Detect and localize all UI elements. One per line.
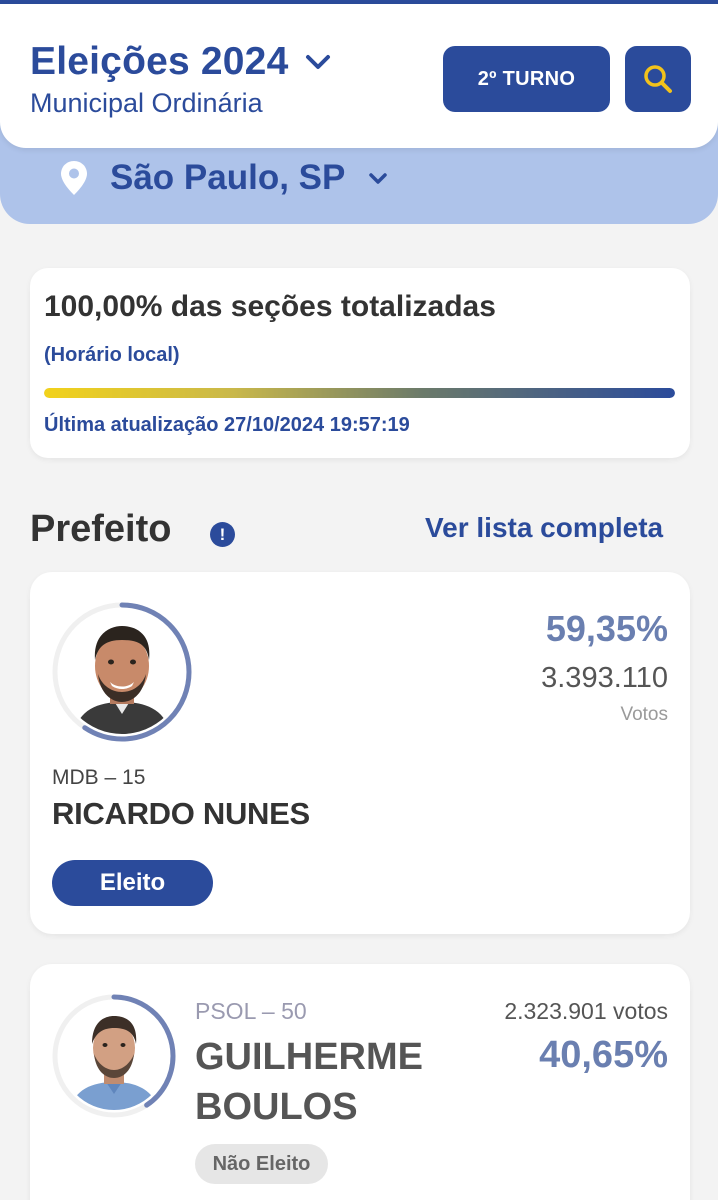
section-title: Prefeito [30,508,172,550]
totalization-status-card: 100,00% das seções totalizadas (Horário … [30,268,690,458]
candidate-card[interactable]: PSOL – 50 GUILHERME BOULOS 2.323.901 vot… [30,964,690,1200]
person-icon [60,1002,168,1110]
elected-badge: Eleito [52,860,213,906]
chevron-down-icon[interactable] [365,165,391,191]
votes-label: Votos [620,704,668,725]
election-selector[interactable]: Eleições 2024 [30,40,334,84]
last-update: Última atualização 27/10/2024 19:57:19 [44,414,410,436]
search-icon[interactable] [641,62,675,96]
candidate-card[interactable]: 59,35% 3.393.110 Votos MDB – 15 RICARDO … [30,572,690,934]
timezone-note: (Horário local) [44,344,180,366]
not-elected-badge: Não Eleito [195,1144,328,1184]
person-icon [60,610,184,734]
totalization-title: 100,00% das seções totalizadas [44,290,496,323]
full-list-link[interactable]: Ver lista completa [425,512,663,544]
vote-count: 2.323.901 votos [504,998,668,1024]
search-button[interactable] [625,46,691,112]
chevron-down-icon[interactable] [302,46,334,78]
round-button[interactable]: 2º TURNO [443,46,610,112]
candidate-name: RICARDO NUNES [52,796,310,831]
candidate-party: PSOL – 50 [195,998,307,1024]
location-name[interactable]: São Paulo, SP [110,158,345,198]
election-subtitle: Municipal Ordinária [30,88,263,118]
location-selector[interactable]: São Paulo, SP [60,158,391,198]
vote-percentage: 59,35% [545,608,668,649]
vote-count: 3.393.110 [541,662,668,694]
vote-percentage: 40,65% [539,1034,668,1076]
app-title[interactable]: Eleições 2024 [30,40,288,84]
candidate-photo [60,610,184,734]
progress-fill [44,388,675,398]
candidate-photo [60,1002,168,1110]
totalization-progress-bar [44,388,675,398]
candidate-party: MDB – 15 [52,766,146,789]
info-icon[interactable]: ! [210,522,235,547]
candidate-name: GUILHERME BOULOS [195,1036,423,1128]
candidate-avatar [50,992,178,1120]
candidate-avatar [50,600,194,744]
header: Eleições 2024 Municipal Ordinária 2º TUR… [0,4,718,148]
map-pin-icon [61,161,87,195]
